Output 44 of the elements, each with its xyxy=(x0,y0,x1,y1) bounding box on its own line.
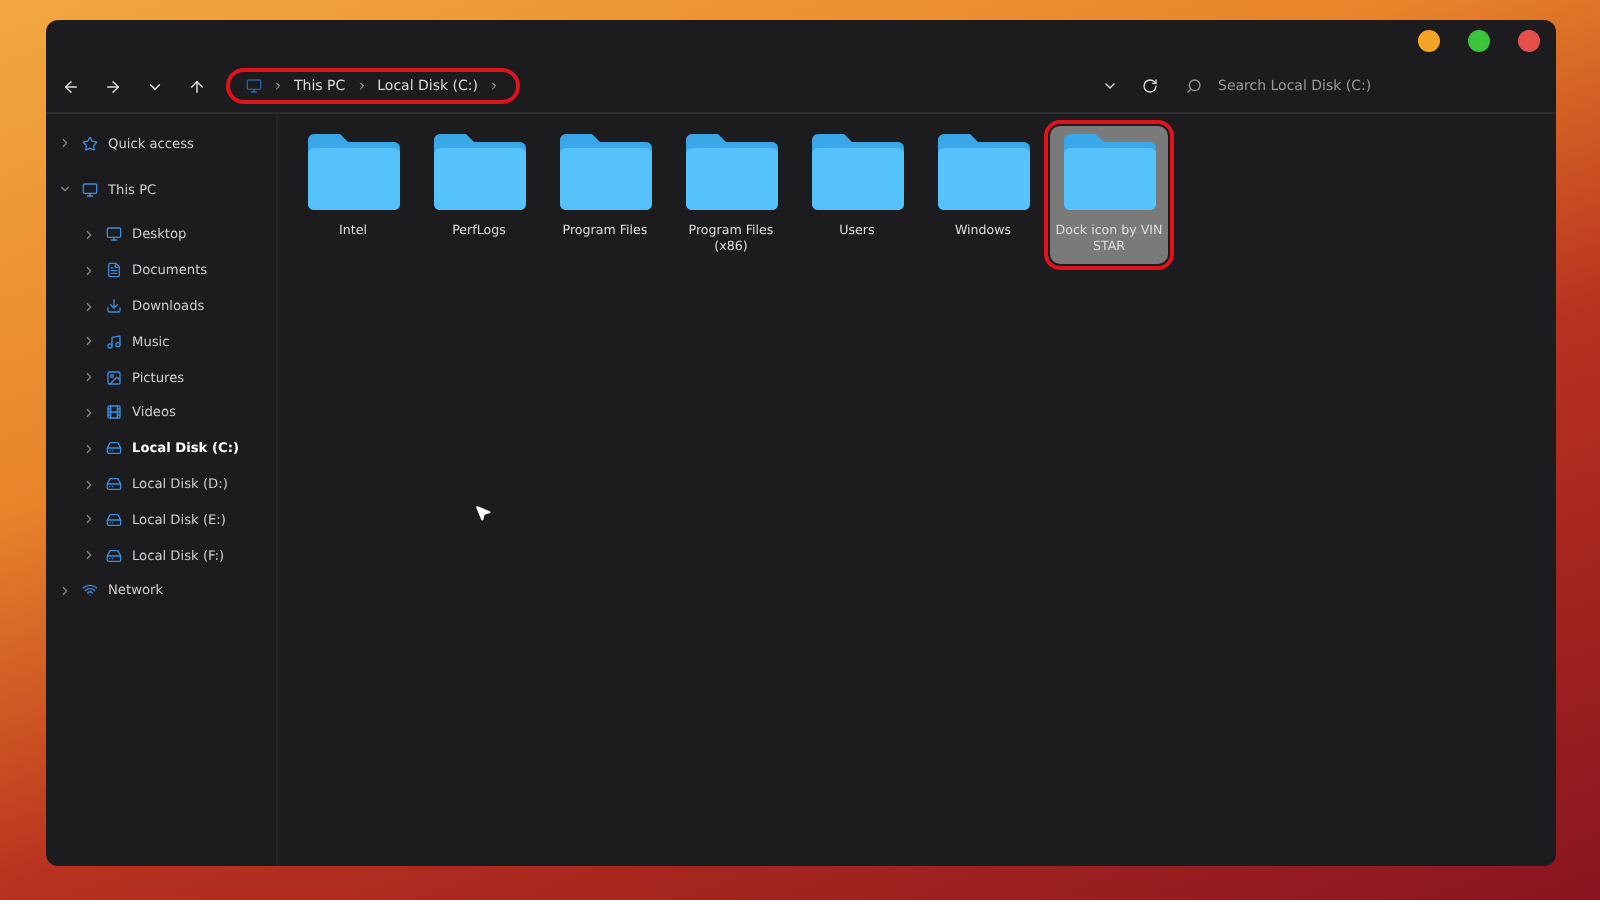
monitor-icon xyxy=(246,78,262,94)
folder-icon xyxy=(303,132,403,212)
chevron-right-icon[interactable] xyxy=(82,512,96,527)
chevron-right-icon[interactable] xyxy=(82,370,96,385)
chevron-down-icon[interactable] xyxy=(58,182,72,197)
folder-icon xyxy=(933,132,1033,212)
chevron-right-icon[interactable] xyxy=(82,227,96,242)
chevron-right-icon xyxy=(355,80,368,92)
download-icon xyxy=(106,298,122,315)
chevron-right-icon xyxy=(272,80,284,92)
pc-icon xyxy=(82,181,98,198)
chevron-right-icon[interactable] xyxy=(82,405,96,420)
search-icon xyxy=(1186,78,1202,94)
chevron-down-icon xyxy=(1102,78,1118,94)
chevron-right-icon[interactable] xyxy=(58,136,72,151)
folder-icon xyxy=(429,132,529,212)
chevron-right-icon[interactable] xyxy=(82,263,96,278)
arrow-right-icon xyxy=(104,77,122,95)
maximize-button[interactable] xyxy=(1468,29,1490,51)
chevron-right-icon[interactable] xyxy=(58,583,72,598)
chevron-right-icon[interactable] xyxy=(82,334,96,349)
minimize-button[interactable] xyxy=(1418,29,1440,51)
close-button[interactable] xyxy=(1518,29,1540,51)
chevron-right-icon[interactable] xyxy=(82,441,96,456)
mouse-pointer-icon xyxy=(474,504,492,522)
network-icon xyxy=(82,582,98,599)
video-icon xyxy=(106,404,122,421)
chevron-right-icon xyxy=(487,80,500,92)
chevron-right-icon[interactable] xyxy=(82,477,96,492)
refresh-icon xyxy=(1142,78,1158,94)
chevron-right-icon[interactable] xyxy=(82,299,96,314)
picture-icon xyxy=(106,369,122,386)
arrow-up-icon xyxy=(188,77,206,95)
folder-icon xyxy=(807,132,907,212)
arrow-left-icon xyxy=(62,77,80,95)
music-icon xyxy=(106,333,122,350)
chevron-right-icon[interactable] xyxy=(82,548,96,563)
star-icon xyxy=(82,135,98,152)
desktop-icon xyxy=(106,226,122,243)
doc-icon xyxy=(106,262,122,279)
folder-icon xyxy=(681,132,781,212)
folder-icon xyxy=(1059,132,1159,212)
refresh-button[interactable] xyxy=(1138,74,1162,98)
folder-icon xyxy=(555,132,655,212)
